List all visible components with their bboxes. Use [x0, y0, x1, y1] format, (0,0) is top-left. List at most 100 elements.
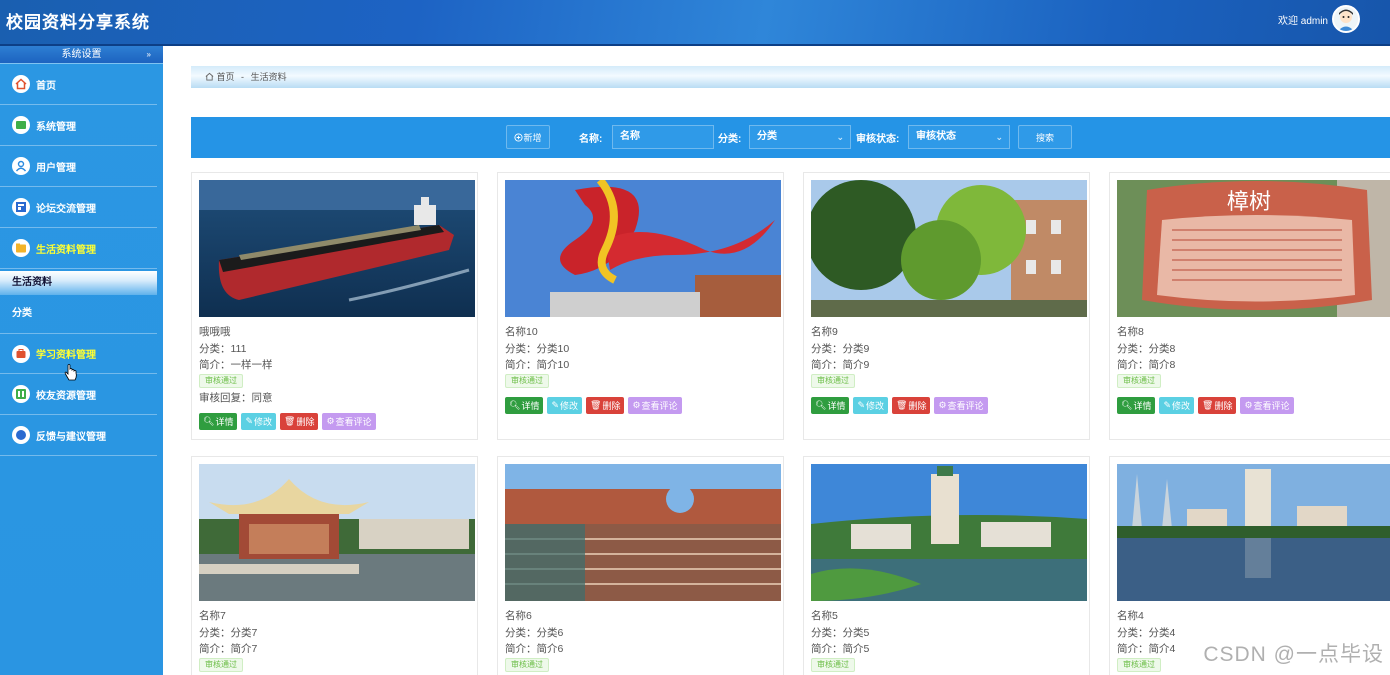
card-category: 分类：111 [199, 343, 247, 355]
sidebar-item-forum[interactable]: 论坛交流管理 [0, 187, 157, 228]
sidebar-item-users[interactable]: 用户管理 [0, 146, 157, 187]
card-intro: 简介：简介5 [811, 643, 870, 655]
card-name: 名称7 [199, 610, 226, 622]
breadcrumb-separator: - [241, 72, 245, 82]
breadcrumb-current: 生活资料 [250, 72, 287, 82]
name-search-input[interactable]: 名称 [612, 125, 714, 149]
sidebar-item-label: 论坛交流管理 [36, 203, 96, 215]
edit-label: 修改 [866, 401, 885, 411]
collapse-arrow-icon[interactable]: » [147, 46, 151, 64]
search-icon: 🔍︎ [815, 400, 827, 410]
edit-button[interactable]: ✎ 修改 [547, 397, 583, 414]
edit-label: 修改 [254, 417, 273, 427]
trash-icon: 🗑︎ [1202, 400, 1214, 410]
status-select[interactable]: 审核状态 ⌄ [908, 125, 1010, 149]
submenu-item-category[interactable]: 分类 [0, 295, 157, 333]
home-icon [205, 72, 214, 81]
delete-label: 删除 [602, 401, 621, 411]
gear-icon: ⚙ [938, 400, 947, 410]
sidebar-section-header[interactable]: 系统设置 » [0, 46, 163, 64]
app-title: 校园资料分享系统 [6, 13, 150, 32]
card-image-sign[interactable]: 樟树 [1117, 180, 1390, 317]
edit-button[interactable]: ✎ 修改 [1159, 397, 1195, 414]
card-name: 名称8 [1117, 326, 1144, 338]
breadcrumb: 首页 - 生活资料 [191, 66, 1390, 88]
sidebar-item-label: 学习资料管理 [36, 350, 96, 361]
pencil-icon: ✎ [245, 416, 253, 426]
detail-button[interactable]: 🔍︎ 详情 [505, 397, 544, 414]
card-image-trees[interactable] [811, 180, 1087, 317]
breadcrumb-home[interactable]: 首页 [217, 72, 235, 82]
feedback-icon [12, 426, 30, 444]
forum-icon [12, 198, 30, 216]
search-button-label: 搜索 [1035, 132, 1054, 143]
card-image-skyline-lake[interactable] [1117, 464, 1390, 601]
sidebar-item-alumni[interactable]: 校友资源管理 [0, 374, 157, 415]
status-select-value: 审核状态 [916, 131, 956, 142]
search-icon: 🔍︎ [203, 416, 215, 426]
sidebar-item-label: 用户管理 [36, 162, 76, 174]
card-image-sculpture[interactable] [505, 180, 781, 317]
detail-button[interactable]: 🔍︎ 详情 [199, 413, 238, 430]
add-button[interactable]: 新增 [506, 125, 550, 149]
delete-label: 删除 [296, 417, 315, 427]
view-comments-button[interactable]: ⚙ 查看评论 [322, 413, 376, 430]
card-image-campus-lake[interactable] [811, 464, 1087, 601]
sidebar-item-home[interactable]: 首页 [0, 64, 157, 105]
card-intro: 简介：一样一样 [199, 359, 273, 371]
home-icon [12, 75, 30, 93]
delete-button[interactable]: 🗑︎ 删除 [586, 397, 625, 414]
detail-button[interactable]: 🔍︎ 详情 [1117, 397, 1156, 414]
sidebar-item-label: 首页 [36, 80, 56, 92]
avatar[interactable] [1332, 5, 1360, 33]
sidebar-item-feedback[interactable]: 反馈与建议管理 [0, 415, 157, 456]
card-actions: 🔍︎ 详情 ✎ 修改 🗑︎ 删除 ⚙ 查看评论 [199, 413, 376, 430]
search-button[interactable]: 搜索 [1018, 125, 1072, 149]
search-icon: 🔍︎ [509, 400, 521, 410]
edit-button[interactable]: ✎ 修改 [853, 397, 889, 414]
card-intro: 简介：简介10 [505, 359, 570, 371]
resource-card: 名称5 分类：分类5 简介：简介5 审核通过 [803, 456, 1090, 675]
sidebar-item-study-materials[interactable]: 学习资料管理 [0, 333, 157, 374]
category-select-value: 分类 [757, 131, 777, 142]
card-image-pavilion[interactable] [199, 464, 475, 601]
plus-circle-icon [514, 132, 524, 142]
chevron-down-icon: ⌄ [995, 132, 1003, 142]
delete-button[interactable]: 🗑︎ 删除 [892, 397, 931, 414]
delete-button[interactable]: 🗑︎ 删除 [280, 413, 319, 430]
pencil-icon: ✎ [551, 400, 559, 410]
resource-card: 名称10 分类：分类10 简介：简介10 审核通过 🔍︎ 详情 ✎ 修改 🗑︎ 删除 … [497, 172, 784, 440]
status-badge: 审核通过 [1117, 374, 1161, 388]
category-label: 分类: [718, 134, 742, 145]
card-intro: 简介：简介4 [1117, 643, 1176, 655]
card-name: 名称6 [505, 610, 532, 622]
view-comments-button[interactable]: ⚙ 查看评论 [934, 397, 988, 414]
search-toolbar: 新增 名称: 名称 分类: 分类 ⌄ 审核状态: 审核状态 ⌄ 搜索 [191, 117, 1390, 158]
card-category: 分类：分类7 [199, 627, 258, 639]
sidebar-item-system[interactable]: 系统管理 [0, 105, 157, 146]
delete-button[interactable]: 🗑︎ 删除 [1198, 397, 1237, 414]
status-badge: 审核通过 [199, 374, 243, 388]
welcome-text: 欢迎 admin [1277, 16, 1328, 27]
gear-icon: ⚙ [326, 416, 335, 426]
category-select[interactable]: 分类 ⌄ [749, 125, 851, 149]
resource-card: 名称9 分类：分类9 简介：简介9 审核通过 🔍︎ 详情 ✎ 修改 🗑︎ 删除 ⚙ 查看… [803, 172, 1090, 440]
pencil-icon: ✎ [1163, 400, 1171, 410]
sidebar-item-label: 系统管理 [36, 121, 76, 133]
view-comments-button[interactable]: ⚙ 查看评论 [1240, 397, 1294, 414]
resource-card: 名称7 分类：分类7 简介：简介7 审核通过 [191, 456, 478, 675]
status-badge: 审核通过 [1117, 658, 1161, 672]
name-label: 名称: [579, 134, 603, 145]
sidebar-item-life-materials[interactable]: 生活资料管理 [0, 228, 157, 269]
submenu-header[interactable]: 生活资料 [0, 271, 157, 295]
card-intro: 简介：简介8 [1117, 359, 1176, 371]
detail-button[interactable]: 🔍︎ 详情 [811, 397, 850, 414]
card-image-ship[interactable] [199, 180, 475, 317]
card-category: 分类：分类6 [505, 627, 564, 639]
card-name: 名称4 [1117, 610, 1144, 622]
sidebar-item-label: 校友资源管理 [36, 390, 96, 402]
card-image-amphitheater[interactable] [505, 464, 781, 601]
view-comments-button[interactable]: ⚙ 查看评论 [628, 397, 682, 414]
edit-button[interactable]: ✎ 修改 [241, 413, 277, 430]
watermark-text: CSDN @一点毕设 [1203, 643, 1384, 666]
